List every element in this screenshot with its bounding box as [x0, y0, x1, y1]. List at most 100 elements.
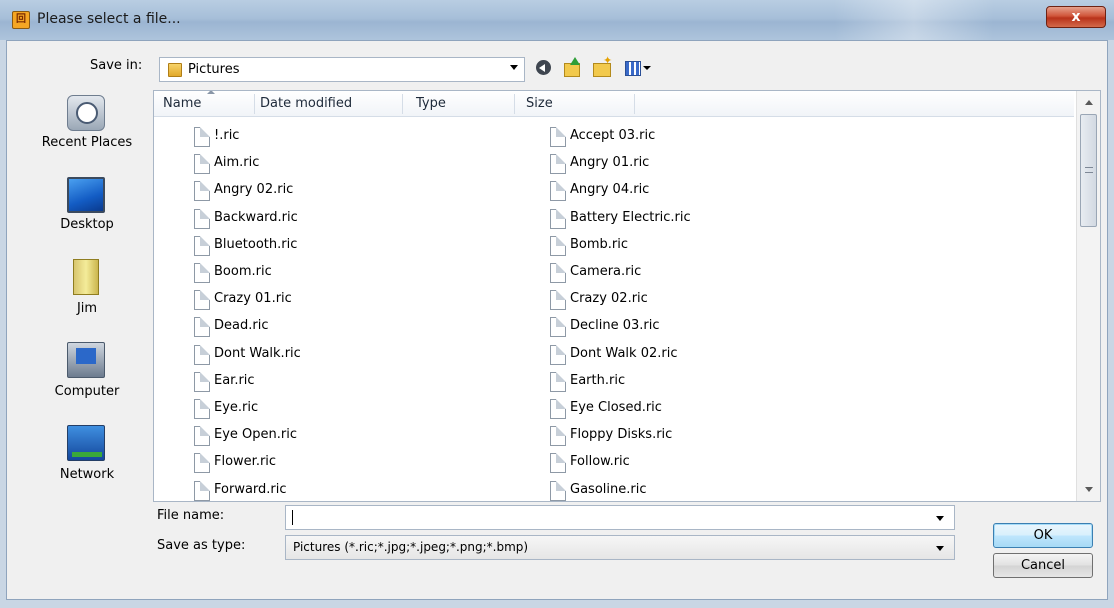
file-name: Bluetooth.ric	[214, 236, 298, 252]
computer-icon	[67, 342, 105, 378]
document-icon	[194, 208, 210, 229]
column-header: Name Date modified Type Size	[154, 91, 1074, 117]
file-name: Camera.ric	[570, 264, 642, 279]
place-desktop[interactable]: Desktop	[29, 177, 145, 257]
save-in-value: Pictures	[188, 62, 240, 77]
scroll-thumb[interactable]	[1080, 114, 1097, 227]
file-name: Dont Walk.ric	[214, 345, 301, 361]
place-recent-places[interactable]: Recent Places	[29, 95, 145, 175]
document-icon	[194, 453, 210, 474]
document-icon	[194, 344, 210, 365]
file-name: Battery Electric.ric	[570, 209, 691, 225]
document-icon	[550, 235, 566, 256]
file-name: Accept 03.ric	[570, 128, 656, 143]
places-bar: Recent Places Desktop Jim Computer Netwo…	[29, 95, 145, 505]
place-label: Desktop	[60, 217, 114, 232]
recent-places-icon	[67, 95, 105, 131]
up-folder-icon[interactable]	[562, 57, 584, 79]
new-folder-icon[interactable]	[591, 54, 613, 79]
file-name: Decline 03.ric	[570, 318, 660, 334]
file-name: Dont Walk 02.ric	[570, 345, 678, 361]
grip-icon	[1085, 167, 1093, 173]
file-name: Ear.ric	[214, 372, 255, 388]
save-in-label: Save in:	[90, 58, 143, 73]
document-icon	[550, 263, 566, 283]
document-icon	[550, 399, 566, 419]
document-icon	[550, 317, 566, 338]
scroll-down-icon[interactable]	[1085, 487, 1093, 492]
column-size[interactable]: Size	[526, 96, 553, 111]
document-icon	[550, 480, 566, 501]
document-icon	[194, 127, 210, 147]
column-divider[interactable]	[514, 94, 515, 114]
file-name: Eye.ric	[214, 400, 259, 415]
ok-button[interactable]: OK	[993, 523, 1093, 548]
save-as-type-label: Save as type:	[157, 538, 246, 553]
file-name: Angry 02.ric	[214, 182, 294, 198]
file-name: Gasoline.ric	[570, 481, 647, 497]
folder-icon	[168, 63, 182, 77]
document-icon	[550, 127, 566, 147]
vertical-scrollbar[interactable]	[1076, 91, 1100, 501]
file-name: Bomb.ric	[570, 236, 629, 252]
app-icon: 回	[12, 11, 30, 29]
views-menu-icon[interactable]	[623, 57, 653, 79]
cancel-button[interactable]: Cancel	[993, 553, 1093, 578]
chevron-down-icon	[936, 546, 944, 551]
desktop-icon	[67, 177, 105, 213]
document-icon	[194, 480, 210, 501]
column-type[interactable]: Type	[416, 96, 446, 111]
file-name: !.ric	[214, 128, 240, 143]
title-bar[interactable]: 回 Please select a file... x	[0, 0, 1114, 40]
document-icon	[550, 344, 566, 365]
back-icon[interactable]	[533, 57, 555, 79]
file-name: Aim.ric	[214, 155, 260, 171]
place-network[interactable]: Network	[29, 425, 145, 505]
document-icon	[194, 235, 210, 256]
document-icon	[194, 290, 210, 311]
document-icon	[550, 371, 566, 392]
document-icon	[550, 181, 566, 202]
text-caret	[292, 510, 293, 525]
file-name: Crazy 01.ric	[214, 291, 292, 307]
place-jim[interactable]: Jim	[29, 259, 145, 339]
file-name-field[interactable]	[285, 505, 955, 530]
file-name: Boom.ric	[214, 264, 272, 279]
sort-ascending-icon	[207, 91, 215, 94]
document-icon	[550, 426, 566, 447]
network-icon	[67, 425, 105, 461]
save-as-type-value: Pictures (*.ric;*.jpg;*.jpeg;*.png;*.bmp…	[293, 540, 529, 554]
file-name-input[interactable]	[290, 507, 920, 528]
file-name: Floppy Disks.ric	[570, 427, 673, 443]
file-name: Earth.ric	[570, 372, 626, 388]
close-button[interactable]: x	[1046, 6, 1106, 28]
file-name: Dead.ric	[214, 318, 269, 334]
save-in-dropdown[interactable]: Pictures	[159, 57, 525, 82]
file-name: Follow.ric	[570, 454, 630, 470]
place-computer[interactable]: Computer	[29, 342, 145, 422]
document-icon	[194, 263, 210, 283]
place-label: Recent Places	[41, 135, 133, 150]
column-date-modified[interactable]: Date modified	[260, 96, 352, 111]
window-title: Please select a file...	[37, 11, 181, 27]
document-icon	[194, 426, 210, 447]
document-icon	[550, 154, 566, 175]
user-folder-icon	[73, 259, 99, 295]
file-name: Eye Closed.ric	[570, 400, 662, 415]
place-label: Computer	[54, 384, 120, 399]
file-list[interactable]: Name Date modified Type Size !.ric Aim.ri…	[153, 90, 1101, 502]
place-label: Network	[59, 467, 115, 482]
column-divider[interactable]	[402, 94, 403, 114]
save-as-type-dropdown[interactable]: Pictures (*.ric;*.jpg;*.jpeg;*.png;*.bmp…	[285, 535, 955, 560]
file-name: Backward.ric	[214, 209, 298, 225]
scroll-up-icon[interactable]	[1085, 100, 1093, 105]
document-icon	[194, 317, 210, 338]
document-icon	[550, 453, 566, 474]
column-name[interactable]: Name	[163, 96, 201, 111]
file-name: Angry 04.ric	[570, 182, 650, 198]
column-divider[interactable]	[634, 94, 635, 114]
column-divider[interactable]	[254, 94, 255, 114]
file-name: Forward.ric	[214, 481, 287, 497]
document-icon	[194, 154, 210, 175]
chevron-down-icon[interactable]	[936, 516, 944, 521]
